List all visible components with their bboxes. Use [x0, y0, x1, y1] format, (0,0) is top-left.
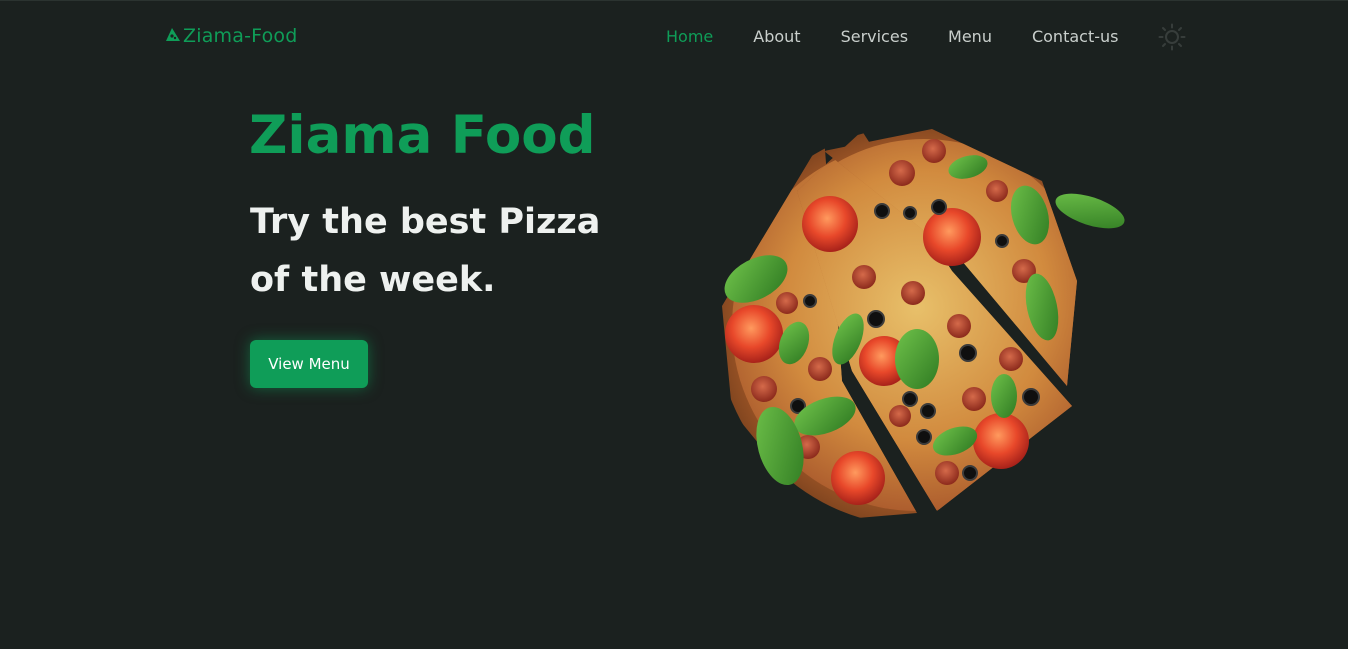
hero-title: Ziama Food [249, 105, 596, 166]
view-menu-button[interactable]: View Menu [250, 340, 368, 388]
page: Ziama-Food Home About Services Menu Cont… [0, 0, 1348, 649]
logo-text: Ziama-Food [183, 25, 298, 47]
nav-menu[interactable]: Menu [948, 27, 992, 46]
pizza-image [722, 129, 1125, 521]
hero-subtitle: Try the best Pizza of the week. [250, 202, 601, 300]
nav-about[interactable]: About [753, 27, 800, 46]
site-header: Ziama-Food Home About Services Menu Cont… [0, 1, 1348, 73]
main-nav: Home About Services Menu Contact-us [666, 27, 1158, 46]
nav-services[interactable]: Services [841, 27, 908, 46]
nav-contact-us[interactable]: Contact-us [1032, 27, 1119, 46]
nav-home[interactable]: Home [666, 27, 713, 46]
pizza-slice-icon [166, 28, 180, 41]
logo-link[interactable]: Ziama-Food [164, 25, 298, 47]
sun-icon[interactable] [1158, 23, 1186, 51]
